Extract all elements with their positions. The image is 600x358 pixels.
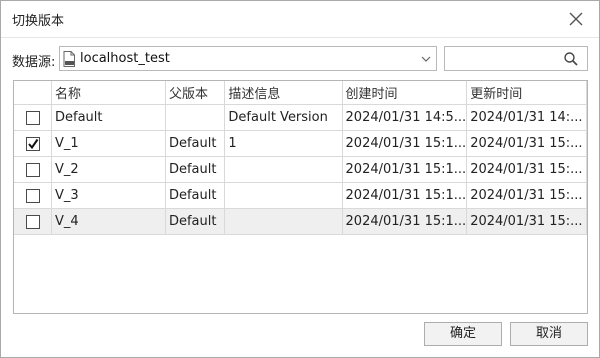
close-icon [569,12,583,26]
table-row[interactable]: V_1 Default 1 2024/01/31 15:1... 2024/01… [14,130,587,157]
row-checkbox[interactable] [25,136,40,151]
cell-name: Default [51,104,166,131]
pgis-database-icon [63,51,75,67]
table-header-row: 名称 父版本 描述信息 创建时间 更新时间 [14,81,587,105]
cell-updated: 2024/01/31 15:... [466,130,587,157]
cell-name: V_2 [51,156,166,183]
cell-parent: Default [165,156,226,183]
cell-parent: Default [165,130,226,157]
cell-parent [165,104,226,131]
header-name[interactable]: 名称 [51,81,166,105]
header-checkbox-column [14,81,52,105]
cell-created: 2024/01/31 15:1... [342,156,468,183]
cell-name: V_3 [51,182,166,209]
datasource-select[interactable]: localhost_test [59,46,437,71]
datasource-value: localhost_test [80,51,170,66]
row-checkbox[interactable] [25,162,40,177]
search-icon[interactable] [563,51,579,67]
cell-description [224,208,343,235]
cancel-button[interactable]: 取消 [510,322,588,346]
datasource-label: 数据源: [12,55,56,70]
search-input[interactable] [444,46,588,71]
header-updated-time[interactable]: 更新时间 [466,81,587,105]
table-row[interactable]: Default Default Version 2024/01/31 14:5.… [14,104,587,131]
cell-updated: 2024/01/31 15:... [466,208,587,235]
header-description[interactable]: 描述信息 [224,81,343,105]
cell-name: V_1 [51,130,166,157]
table-row[interactable]: V_2 Default 2024/01/31 15:1... 2024/01/3… [14,156,587,183]
version-table: 名称 父版本 描述信息 创建时间 更新时间 Default Default Ve… [13,80,588,314]
table-row[interactable]: V_4 Default 2024/01/31 15:1... 2024/01/3… [14,208,587,235]
cell-parent: Default [165,182,226,209]
cell-description [224,182,343,209]
title-separator [1,37,599,38]
switch-version-dialog: 切换版本 数据源: localhost_test 名称 父版本 描述信息 创建时… [0,0,600,358]
cell-parent: Default [165,208,226,235]
cell-updated: 2024/01/31 14:... [466,104,587,131]
table-row[interactable]: V_3 Default 2024/01/31 15:1... 2024/01/3… [14,182,587,209]
cell-updated: 2024/01/31 15:... [466,182,587,209]
header-parent-version[interactable]: 父版本 [165,81,226,105]
cell-description [224,156,343,183]
title-bar: 切换版本 [1,1,599,37]
cell-created: 2024/01/31 15:1... [342,208,468,235]
cell-created: 2024/01/31 15:1... [342,130,468,157]
cell-description: Default Version [224,104,343,131]
row-checkbox[interactable] [25,110,40,125]
dialog-title: 切换版本 [12,14,65,29]
ok-button[interactable]: 确定 [424,322,502,346]
cell-created: 2024/01/31 15:1... [342,182,468,209]
chevron-down-icon [421,56,431,62]
cell-updated: 2024/01/31 15:... [466,156,587,183]
close-button[interactable] [565,8,587,30]
cell-created: 2024/01/31 14:5... [342,104,468,131]
row-checkbox[interactable] [25,188,40,203]
cell-name: V_4 [51,208,166,235]
checkmark-icon [27,138,38,149]
cell-description: 1 [224,130,343,157]
row-checkbox[interactable] [25,214,40,229]
header-created-time[interactable]: 创建时间 [342,81,468,105]
